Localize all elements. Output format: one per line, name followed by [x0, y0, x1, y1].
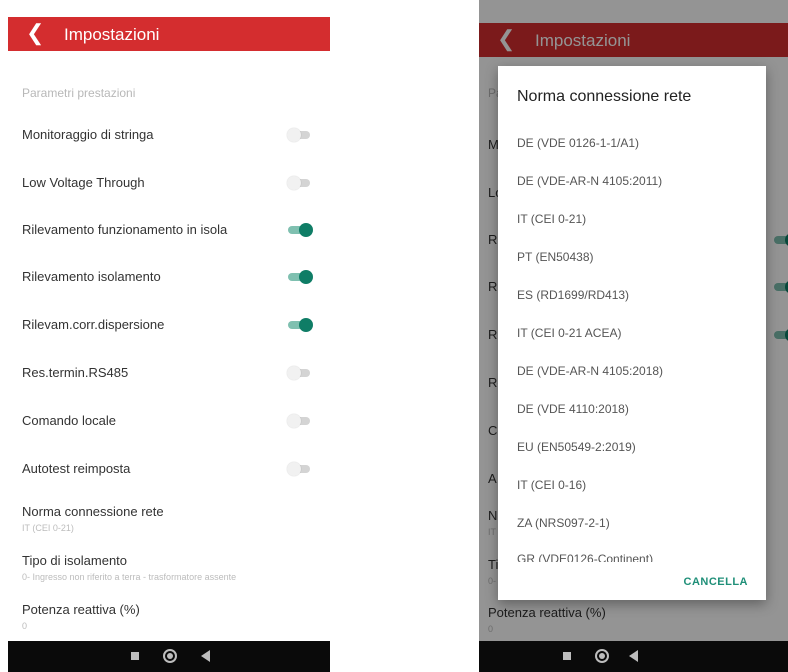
recents-icon[interactable] — [563, 652, 571, 660]
setting-row-island-detection[interactable]: Rilevamento funzionamento in isola — [8, 210, 330, 250]
dialog-option[interactable]: DE (VDE 4110:2018) — [517, 402, 629, 416]
setting-label: Low Voltage Through — [22, 175, 145, 190]
grid-standard-dialog: Norma connessione rete DE (VDE 0126-1-1/… — [498, 66, 766, 600]
pref-grid-standard[interactable]: Norma connessione rete IT (CEI 0-21) — [22, 504, 322, 533]
pref-value: 0 — [22, 621, 28, 631]
dialog-option[interactable]: DE (VDE 0126-1-1/A1) — [517, 136, 639, 150]
toggle-switch[interactable] — [288, 223, 313, 237]
setting-row-low-voltage[interactable]: Low Voltage Through — [8, 163, 330, 203]
setting-row-local-command[interactable]: Comando locale — [8, 401, 330, 441]
back-nav-icon[interactable] — [629, 650, 638, 662]
cancel-button[interactable]: CANCELLA — [684, 576, 749, 588]
dialog-option-list[interactable]: DE (VDE 0126-1-1/A1) DE (VDE-AR-N 4105:2… — [498, 122, 766, 562]
dialog-option[interactable]: ES (RD1699/RD413) — [517, 288, 629, 302]
setting-label: Comando locale — [22, 413, 116, 428]
toggle-switch[interactable] — [288, 270, 313, 284]
setting-row-insulation-detection[interactable]: Rilevamento isolamento — [8, 257, 330, 297]
setting-label: Res.termin.RS485 — [22, 365, 129, 380]
setting-label: Rilevamento funzionamento in isola — [22, 222, 228, 237]
setting-label: Rilevamento isolamento — [22, 269, 161, 284]
setting-row-rs485-termination[interactable]: Res.termin.RS485 — [8, 353, 330, 393]
setting-row-autotest-reset[interactable]: Autotest reimposta — [8, 449, 330, 489]
recents-icon[interactable] — [131, 652, 139, 660]
dialog-option[interactable]: DE (VDE-AR-N 4105:2018) — [517, 364, 663, 378]
home-icon[interactable] — [163, 649, 177, 663]
dialog-option[interactable]: ZA (NRS097-2-1) — [517, 516, 610, 530]
toggle-switch[interactable] — [287, 128, 310, 142]
dialog-option[interactable]: IT (CEI 0-21 ACEA) — [517, 326, 621, 340]
app-bar: ❮ Impostazioni — [8, 17, 330, 51]
system-nav-bar — [479, 641, 788, 672]
dialog-option[interactable]: GR (VDE0126-Continent) — [517, 552, 653, 562]
back-arrow-icon[interactable]: ❮ — [26, 22, 44, 44]
dialog-title: Norma connessione rete — [517, 88, 692, 105]
toggle-switch[interactable] — [287, 414, 310, 428]
dialog-option[interactable]: IT (CEI 0-21) — [517, 212, 586, 226]
section-header: Parametri prestazioni — [22, 86, 136, 100]
back-nav-icon[interactable] — [201, 650, 210, 662]
setting-label: Monitoraggio di stringa — [22, 127, 154, 142]
setting-row-leakage-current[interactable]: Rilevam.corr.dispersione — [8, 305, 330, 345]
setting-row-string-monitoring[interactable]: Monitoraggio di stringa — [8, 115, 330, 155]
pref-value: IT (CEI 0-21) — [22, 523, 74, 533]
pref-title: Norma connessione rete — [22, 504, 164, 519]
pref-value: 0- Ingresso non riferito a terra - trasf… — [22, 572, 237, 582]
setting-label: Autotest reimposta — [22, 461, 131, 476]
home-icon[interactable] — [595, 649, 609, 663]
toggle-switch[interactable] — [287, 176, 310, 190]
toggle-switch[interactable] — [287, 366, 310, 380]
pref-title: Tipo di isolamento — [22, 553, 128, 568]
dialog-option[interactable]: EU (EN50549-2:2019) — [517, 440, 636, 454]
pref-title: Potenza reattiva (%) — [22, 602, 140, 617]
settings-screen-with-dialog: ❮ Impostazioni Pa M Lo Ri Ri Ri Re Co A — [479, 0, 788, 672]
pref-insulation-type[interactable]: Tipo di isolamento 0- Ingresso non rifer… — [22, 553, 322, 582]
page-title: Impostazioni — [64, 25, 160, 44]
toggle-switch[interactable] — [287, 462, 310, 476]
dialog-option[interactable]: PT (EN50438) — [517, 250, 593, 264]
dialog-option[interactable]: IT (CEI 0-16) — [517, 478, 586, 492]
toggle-switch[interactable] — [288, 318, 313, 332]
dialog-option[interactable]: DE (VDE-AR-N 4105:2011) — [517, 174, 662, 188]
pref-reactive-power[interactable]: Potenza reattiva (%) 0 — [22, 602, 322, 631]
setting-label: Rilevam.corr.dispersione — [22, 317, 165, 332]
settings-screen: ❮ Impostazioni Parametri prestazioni Mon… — [8, 0, 330, 672]
system-nav-bar — [8, 641, 330, 672]
